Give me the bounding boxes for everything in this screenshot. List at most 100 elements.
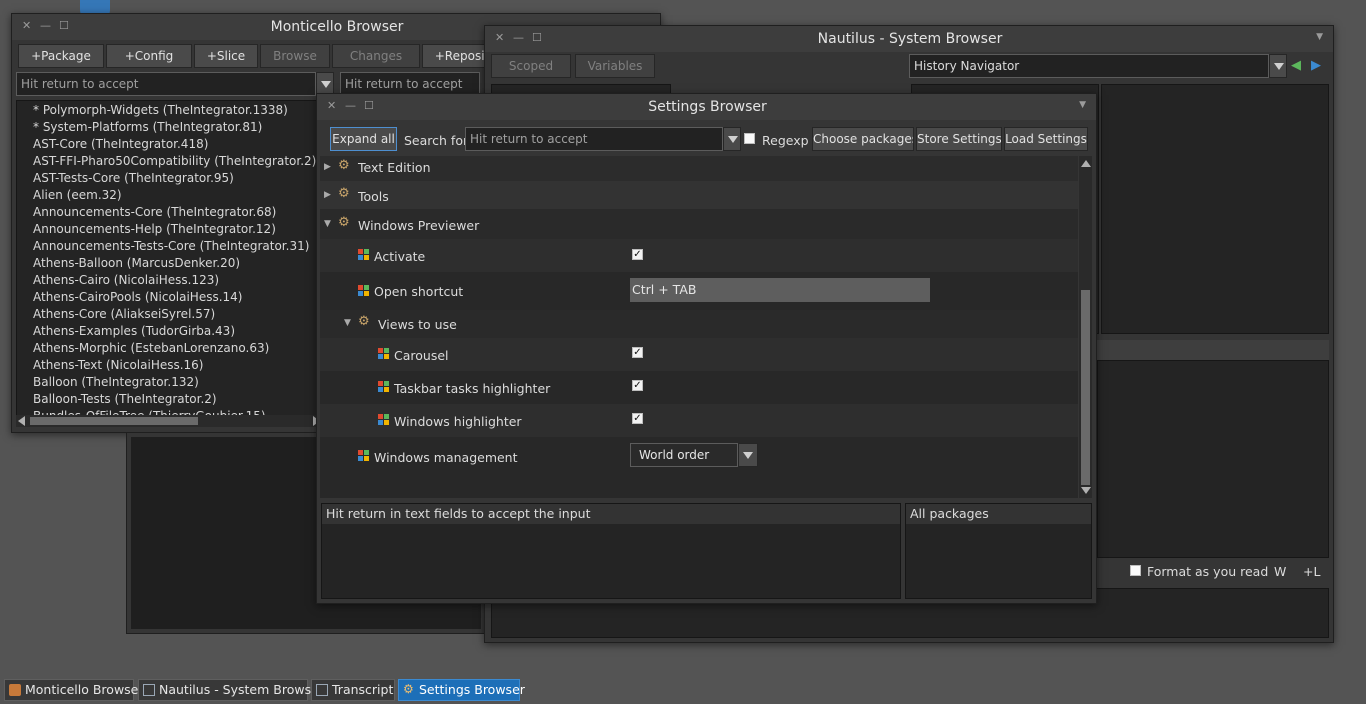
carousel-checkbox[interactable]: ✓ <box>632 347 643 358</box>
windows-management-dropdown[interactable] <box>738 443 758 467</box>
forward-arrow-icon[interactable]: ▶ <box>1311 58 1321 73</box>
taskbar-label: Settings Browser <box>419 682 525 697</box>
code-header-bar <box>1097 340 1329 360</box>
search-for-label: Search for: <box>404 133 473 148</box>
activate-checkbox[interactable]: ✓ <box>632 249 643 260</box>
settings-titlebar[interactable]: ✕ — ☐ Settings Browser ▼ <box>317 94 1096 120</box>
package-list-item[interactable]: AST-Tests-Core (TheIntegrator.95) <box>33 171 234 185</box>
search-history-dropdown[interactable] <box>723 127 741 151</box>
scroll-down-arrow[interactable] <box>1081 487 1091 494</box>
package-list-item[interactable]: Balloon-Tests (TheIntegrator.2) <box>33 392 217 406</box>
package-list-item[interactable]: Athens-Balloon (MarcusDenker.20) <box>33 256 240 270</box>
browser-icon <box>143 684 155 696</box>
package-list-item[interactable]: Alien (eem.32) <box>33 188 122 202</box>
package-list-item[interactable]: * System-Platforms (TheIntegrator.81) <box>33 120 262 134</box>
add-slice-button[interactable]: +Slice <box>194 44 258 68</box>
collapse-arrow-icon[interactable]: ▼ <box>324 219 331 229</box>
setting-icon <box>378 348 389 359</box>
tree-label: Tools <box>358 189 389 204</box>
scroll-left-arrow[interactable] <box>18 416 25 426</box>
tree-label: Carousel <box>394 348 449 363</box>
collapse-arrow-icon[interactable]: ▼ <box>344 318 351 328</box>
windows-highlighter-checkbox[interactable]: ✓ <box>632 413 643 424</box>
load-settings-button[interactable]: Load Settings <box>1004 127 1088 151</box>
taskbar-label: Monticello Browser <box>25 682 144 697</box>
transcript-icon <box>316 684 328 696</box>
add-package-button[interactable]: +Package <box>18 44 104 68</box>
changes-button[interactable]: Changes <box>332 44 420 68</box>
taskbar-highlighter-checkbox[interactable]: ✓ <box>632 380 643 391</box>
all-packages-header: All packages <box>906 504 1091 524</box>
method-pane[interactable] <box>1101 84 1329 334</box>
window-menu-icon[interactable]: ▼ <box>1316 32 1323 42</box>
window-menu-icon[interactable]: ▼ <box>1079 100 1086 110</box>
package-list-item[interactable]: AST-Core (TheIntegrator.418) <box>33 137 208 151</box>
package-list-item[interactable]: Athens-Morphic (EstebanLorenzano.63) <box>33 341 269 355</box>
settings-wrench-icon: ⚙ <box>338 158 350 173</box>
windows-management-select[interactable]: World order <box>630 443 738 467</box>
tree-row-activate[interactable] <box>320 239 1078 272</box>
add-config-button[interactable]: +Config <box>106 44 192 68</box>
setting-icon <box>358 450 369 461</box>
tree-label: Text Edition <box>358 160 431 175</box>
regexp-checkbox[interactable] <box>744 133 755 144</box>
package-filter-input[interactable]: Hit return to accept <box>16 72 316 96</box>
setting-icon <box>358 249 369 260</box>
package-list[interactable]: * Polymorph-Widgets (TheIntegrator.1338)… <box>16 100 322 416</box>
code-pane[interactable] <box>1097 360 1329 558</box>
taskbar-item-settings[interactable]: ⚙ Settings Browser <box>398 679 525 701</box>
package-list-item[interactable]: Athens-Text (NicolaiHess.16) <box>33 358 204 372</box>
package-list-item[interactable]: Athens-Cairo (NicolaiHess.123) <box>33 273 219 287</box>
package-list-item[interactable]: * Polymorph-Widgets (TheIntegrator.1338) <box>33 103 288 117</box>
scrollbar-thumb[interactable] <box>30 417 198 425</box>
scroll-up-arrow[interactable] <box>1081 160 1091 167</box>
package-list-item[interactable]: Announcements-Tests-Core (TheIntegrator.… <box>33 239 309 253</box>
store-settings-button[interactable]: Store Settings <box>916 127 1002 151</box>
choose-packages-button[interactable]: Choose packages <box>812 127 914 151</box>
format-as-you-read-checkbox[interactable] <box>1130 565 1141 576</box>
description-header: Hit return in text fields to accept the … <box>322 504 900 524</box>
settings-wrench-icon: ⚙ <box>403 682 414 696</box>
taskbar-item-monticello[interactable]: Monticello Browser <box>4 679 144 701</box>
w-toggle[interactable]: W <box>1274 564 1286 579</box>
package-list-item[interactable]: Announcements-Help (TheIntegrator.12) <box>33 222 276 236</box>
open-shortcut-field[interactable]: Ctrl + TAB <box>630 278 930 302</box>
tree-label: Open shortcut <box>374 284 464 299</box>
package-list-item[interactable]: Athens-CairoPools (NicolaiHess.14) <box>33 290 242 304</box>
variables-tab[interactable]: Variables <box>575 54 655 78</box>
tree-label: Windows management <box>374 450 518 465</box>
setting-description-pane[interactable]: Hit return in text fields to accept the … <box>321 503 901 599</box>
history-navigator[interactable]: History Navigator <box>909 54 1269 78</box>
format-as-you-read-label: Format as you read <box>1147 564 1269 579</box>
package-list-item[interactable]: Athens-Examples (TudorGirba.43) <box>33 324 235 338</box>
history-dropdown[interactable] <box>1269 54 1287 78</box>
vertical-scrollbar[interactable] <box>1079 156 1092 498</box>
back-arrow-icon[interactable]: ◀ <box>1291 58 1301 73</box>
scoped-tab[interactable]: Scoped <box>491 54 571 78</box>
window-title: Nautilus - System Browser <box>817 31 1003 47</box>
expand-all-button[interactable]: Expand all <box>330 127 397 151</box>
regexp-label: Regexp <box>762 133 809 148</box>
expand-arrow-icon[interactable]: ▶ <box>324 162 331 172</box>
taskbar-label: Transcript <box>332 682 394 697</box>
tree-row-text-edition[interactable] <box>320 156 1078 181</box>
scrollbar-thumb[interactable] <box>1081 290 1090 485</box>
settings-search-input[interactable]: Hit return to accept <box>465 127 723 151</box>
taskbar-label: Nautilus - System Browser <box>159 682 324 697</box>
taskbar-item-transcript[interactable]: Transcript <box>311 679 395 701</box>
tree-row-tools[interactable] <box>320 181 1078 209</box>
settings-wrench-icon: ⚙ <box>358 314 370 329</box>
taskbar-item-nautilus[interactable]: Nautilus - System Browser <box>138 679 324 701</box>
package-list-item[interactable]: AST-FFI-Pharo50Compatibility (TheIntegra… <box>33 154 316 168</box>
package-list-item[interactable]: Balloon (TheIntegrator.132) <box>33 375 199 389</box>
monticello-icon <box>9 684 21 696</box>
l-toggle[interactable]: +L <box>1303 564 1320 579</box>
package-list-item[interactable]: Athens-Core (AliakseiSyrel.57) <box>33 307 215 321</box>
horizontal-scrollbar[interactable] <box>16 415 322 427</box>
nautilus-titlebar[interactable]: ✕ — ☐ Nautilus - System Browser ▼ <box>485 26 1333 52</box>
package-list-item[interactable]: Announcements-Core (TheIntegrator.68) <box>33 205 276 219</box>
browse-button[interactable]: Browse <box>260 44 330 68</box>
expand-arrow-icon[interactable]: ▶ <box>324 190 331 200</box>
package-filter-pane[interactable]: All packages <box>905 503 1092 599</box>
tree-label: Taskbar tasks highlighter <box>394 381 551 396</box>
